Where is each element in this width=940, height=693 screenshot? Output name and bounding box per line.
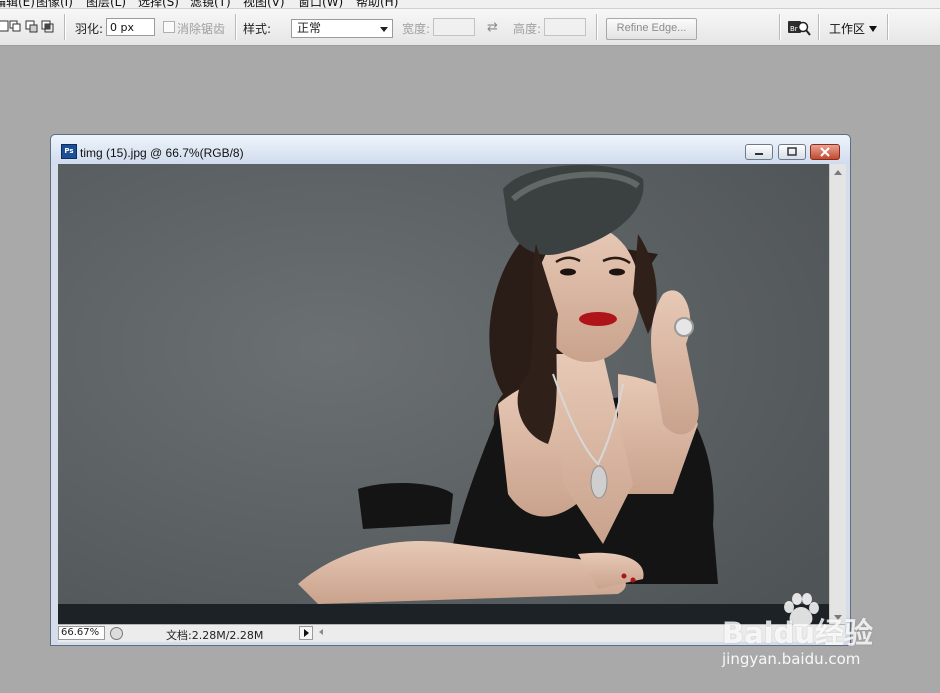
refine-edge-button[interactable]: Refine Edge... [606,18,697,40]
menu-help[interactable]: 帮助(H) [356,0,398,8]
minimize-button[interactable] [745,144,773,160]
height-label: 高度: [513,22,542,36]
menu-bar: 编辑(E) 图像(I) 图层(L) 选择(S) 滤镜(T) 视图(V) 窗口(W… [0,0,940,9]
photoshop-document-icon: Ps [61,144,77,159]
scroll-left-icon[interactable] [319,629,323,635]
width-label: 宽度: [402,22,431,36]
height-input[interactable] [544,18,586,36]
separator [64,14,66,40]
close-icon [820,147,830,157]
minimize-icon [755,153,763,155]
separator [779,14,781,40]
swap-icon[interactable]: ⇄ [487,20,498,35]
selection-add-icon[interactable] [9,20,22,33]
feather-input[interactable]: 0 px [106,18,155,36]
style-label: 样式: [243,22,272,36]
separator [596,14,598,40]
scroll-up-icon[interactable] [834,170,842,175]
document-title-bar[interactable]: Ps timg (15).jpg @ 66.7%(RGB/8) [51,135,850,164]
document-image [58,164,829,624]
status-menu-arrow-icon[interactable] [299,626,313,640]
document-title: timg (15).jpg @ 66.7%(RGB/8) [80,146,244,160]
workspace-menu[interactable]: 工作区 [829,20,878,37]
document-window: Ps timg (15).jpg @ 66.7%(RGB/8) 66.67% 文… [50,134,851,646]
maximize-button[interactable] [778,144,806,160]
watermark: Baidu经验 jingyan.baidu.com [718,593,918,673]
watermark-url: jingyan.baidu.com [722,650,861,668]
feather-label: 羽化: [75,22,104,36]
bridge-icon[interactable]: Br [787,18,811,38]
menu-select[interactable]: 选择(S) [138,0,179,8]
svg-text:Br: Br [790,25,798,33]
chevron-down-icon [380,27,388,32]
menu-filter[interactable]: 滤镜(T) [190,0,231,8]
selection-intersect-icon[interactable] [41,20,54,33]
style-select-value: 正常 [297,21,322,35]
style-select[interactable]: 正常 [291,19,393,38]
antialias-label: 消除锯齿 [177,22,226,36]
watermark-brand: Baidu经验 [722,616,874,650]
workspace-label: 工作区 [829,22,866,36]
close-button[interactable] [810,144,840,160]
zoom-field[interactable]: 66.67% [58,626,105,640]
separator [887,14,889,40]
restore-icon [787,147,797,156]
menu-layer[interactable]: 图层(L) [86,0,126,8]
menu-edit[interactable]: 编辑(E) [0,0,35,8]
document-size: 文档:2.28M/2.28M [166,629,264,642]
vertical-scrollbar[interactable] [829,164,846,624]
menu-window[interactable]: 窗口(W) [298,0,343,8]
width-input[interactable] [433,18,475,36]
selection-subtract-icon[interactable] [25,20,38,33]
status-info-icon[interactable] [110,627,123,640]
image-canvas[interactable] [58,164,829,624]
menu-view[interactable]: 视图(V) [243,0,285,8]
separator [235,14,237,40]
options-bar: 羽化: 0 px 消除锯齿 样式: 正常 宽度: ⇄ 高度: Refine Ed… [0,9,940,46]
antialias-checkbox[interactable] [163,21,175,33]
separator [818,14,820,40]
menu-image[interactable]: 图像(I) [36,0,73,8]
dropdown-arrow-icon [869,26,878,32]
